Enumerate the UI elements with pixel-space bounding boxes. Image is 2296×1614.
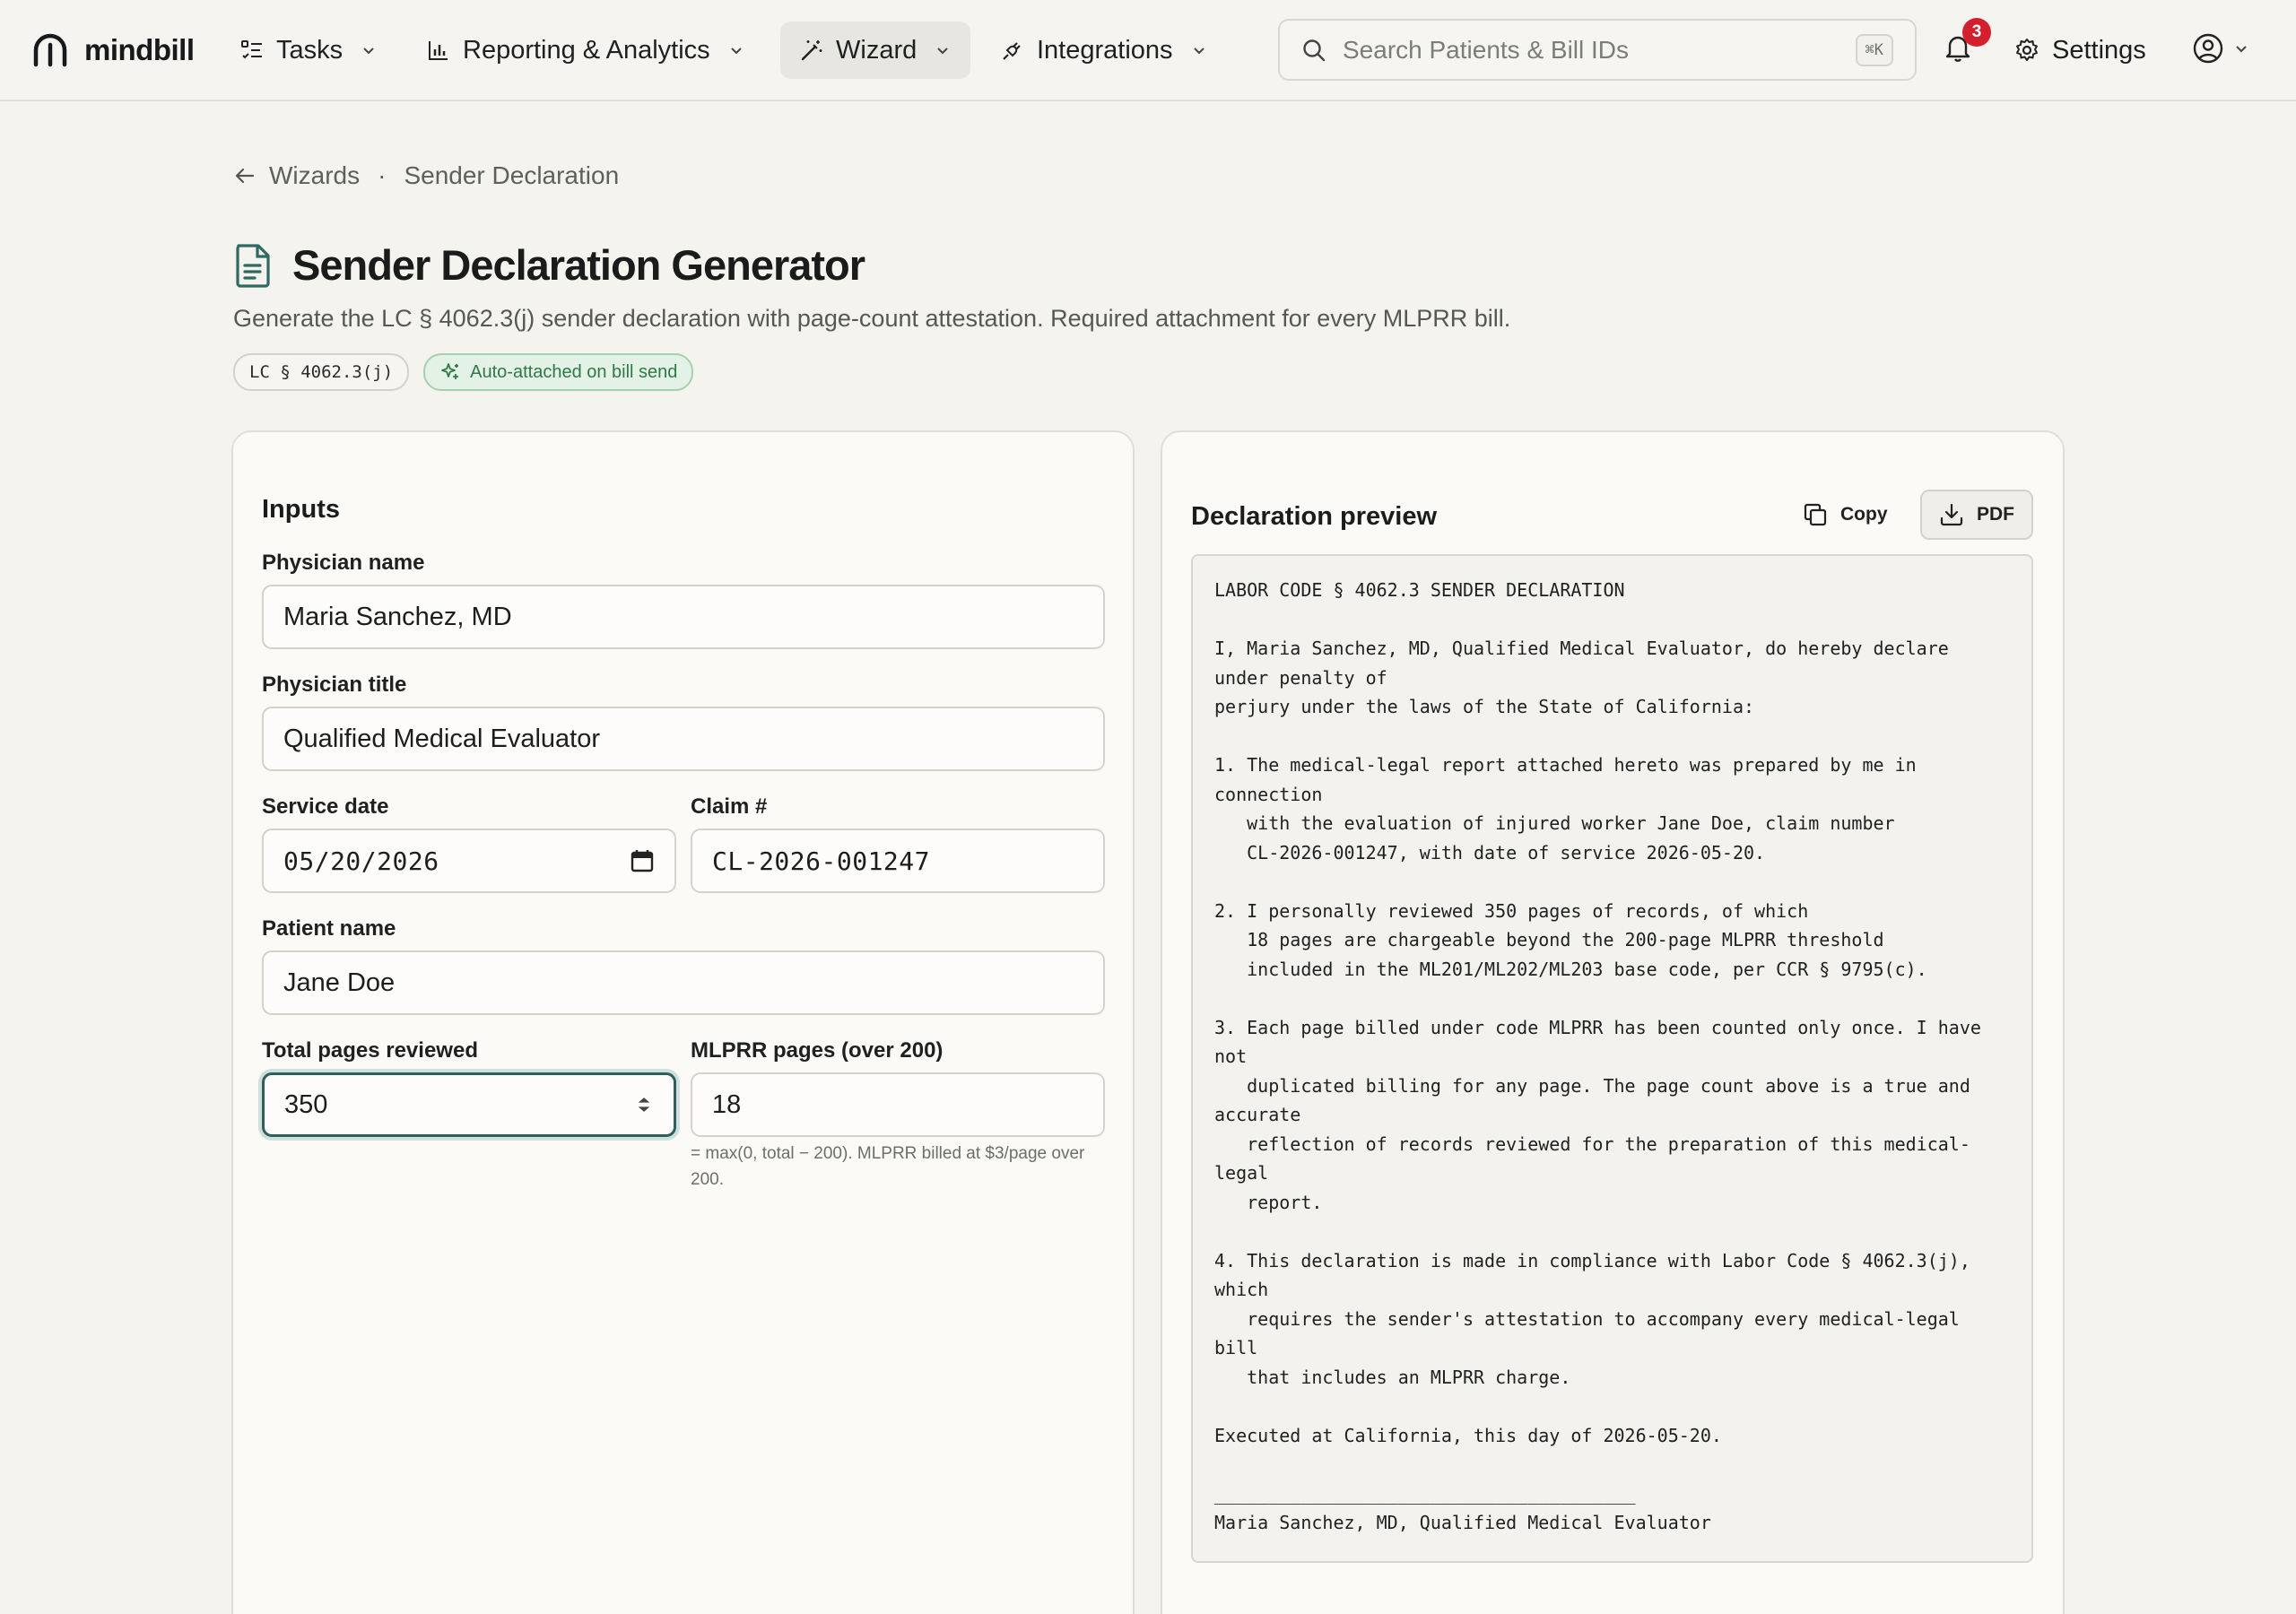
top-navigation: mindbill Tasks Reporting & Analytics Wiz… <box>0 0 2296 101</box>
page-tags: LC § 4062.3(j) Auto-attached on bill sen… <box>233 353 694 391</box>
settings-label: Settings <box>2052 35 2146 65</box>
page-title-row: Sender Declaration Generator <box>233 240 865 290</box>
chevron-down-icon <box>1193 48 1205 55</box>
brand-name: mindbill <box>84 33 195 66</box>
patient-name-input[interactable] <box>283 968 1083 998</box>
download-icon <box>1940 503 1963 526</box>
pdf-label: PDF <box>1977 504 2014 525</box>
declaration-text-box[interactable]: LABOR CODE § 4062.3 SENDER DECLARATION I… <box>1191 554 2033 1563</box>
auto-attached-label: Auto-attached on bill send <box>470 361 678 382</box>
sparkle-icon <box>441 363 459 379</box>
copy-button[interactable]: Copy <box>1790 490 1900 540</box>
page-title: Sender Declaration Generator <box>292 241 865 289</box>
calendar-icon[interactable] <box>630 848 655 873</box>
magic-wand-icon <box>801 40 822 61</box>
physician-name-input[interactable] <box>283 602 1083 632</box>
service-date-input[interactable] <box>283 846 630 876</box>
inputs-title: Inputs <box>262 495 340 524</box>
physician-name-label: Physician name <box>262 551 425 575</box>
physician-title-field[interactable] <box>262 707 1105 771</box>
chevron-down-icon <box>730 48 742 55</box>
total-pages-input[interactable] <box>284 1089 634 1120</box>
breadcrumb-wizards-link[interactable]: Wizards <box>269 161 360 190</box>
physician-title-input[interactable] <box>283 724 1083 754</box>
nav-tasks-label: Tasks <box>276 35 344 65</box>
search-shortcut-hint: ⌘K <box>1855 33 1893 66</box>
inputs-card: Inputs Physician name Physician title Se… <box>231 430 1135 1614</box>
claim-number-label: Claim # <box>691 794 768 819</box>
nav-tasks[interactable]: Tasks <box>221 22 396 79</box>
bar-chart-icon <box>429 41 448 60</box>
breadcrumb-current: Sender Declaration <box>404 161 620 189</box>
notifications-button[interactable]: 3 <box>1943 18 1991 68</box>
chevron-down-icon <box>363 48 374 55</box>
mlprr-hint: = max(0, total − 200). MLPRR billed at $… <box>691 1144 1085 1189</box>
claim-number-input[interactable] <box>712 846 1083 876</box>
account-menu[interactable] <box>2192 32 2249 65</box>
service-date-field[interactable] <box>262 829 676 893</box>
nav-reporting-label: Reporting & Analytics <box>463 35 710 65</box>
number-stepper-icon[interactable] <box>634 1092 654 1117</box>
search-icon <box>1303 39 1326 61</box>
brand-logo[interactable]: mindbill <box>32 29 195 72</box>
nav-wizard-label: Wizard <box>836 35 918 65</box>
tasks-icon <box>241 40 262 59</box>
physician-name-field[interactable] <box>262 585 1105 649</box>
notification-count-badge: 3 <box>1962 18 1991 47</box>
total-pages-field[interactable] <box>262 1072 676 1137</box>
mlprr-pages-field[interactable] <box>691 1072 1105 1137</box>
patient-name-label: Patient name <box>262 916 396 941</box>
arrow-left-icon[interactable] <box>233 164 257 187</box>
service-date-label: Service date <box>262 794 389 819</box>
breadcrumb: Wizards · Sender Declaration <box>233 161 619 190</box>
copy-label: Copy <box>1840 504 1888 525</box>
nav-integrations[interactable]: Integrations <box>981 22 1227 79</box>
pdf-download-button[interactable]: PDF <box>1920 490 2033 540</box>
breadcrumb-separator: · <box>378 161 387 189</box>
patient-name-field[interactable] <box>262 950 1105 1015</box>
preview-title: Declaration preview <box>1191 502 1437 531</box>
mlprr-pages-label: MLPRR pages (over 200) <box>691 1038 944 1063</box>
auto-attached-tag: Auto-attached on bill send <box>423 353 694 391</box>
declaration-text: LABOR CODE § 4062.3 SENDER DECLARATION I… <box>1214 579 1981 1533</box>
search-input[interactable] <box>1343 35 1839 65</box>
plug-icon <box>1003 42 1021 60</box>
chevron-down-icon <box>2236 46 2247 53</box>
physician-title-label: Physician title <box>262 672 407 697</box>
total-pages-label: Total pages reviewed <box>262 1038 478 1063</box>
labor-code-tag: LC § 4062.3(j) <box>233 353 410 391</box>
document-icon <box>236 243 270 288</box>
nav-reporting[interactable]: Reporting & Analytics <box>407 22 764 79</box>
user-avatar-icon <box>2193 33 2223 64</box>
nav-wizard[interactable]: Wizard <box>780 22 971 79</box>
mindbill-logo-icon <box>33 33 67 67</box>
nav-integrations-label: Integrations <box>1037 35 1173 65</box>
gear-icon <box>2016 39 2038 61</box>
claim-number-field[interactable] <box>691 829 1105 893</box>
copy-icon <box>1804 503 1827 526</box>
settings-button[interactable]: Settings <box>2014 22 2146 79</box>
mlprr-pages-input[interactable] <box>712 1089 1083 1120</box>
chevron-down-icon <box>937 48 948 55</box>
search-bar[interactable]: ⌘K <box>1278 19 1917 81</box>
page-subtitle: Generate the LC § 4062.3(j) sender decla… <box>233 305 1511 332</box>
declaration-preview-card: Declaration preview Copy PDF LABOR CODE … <box>1161 430 2065 1614</box>
